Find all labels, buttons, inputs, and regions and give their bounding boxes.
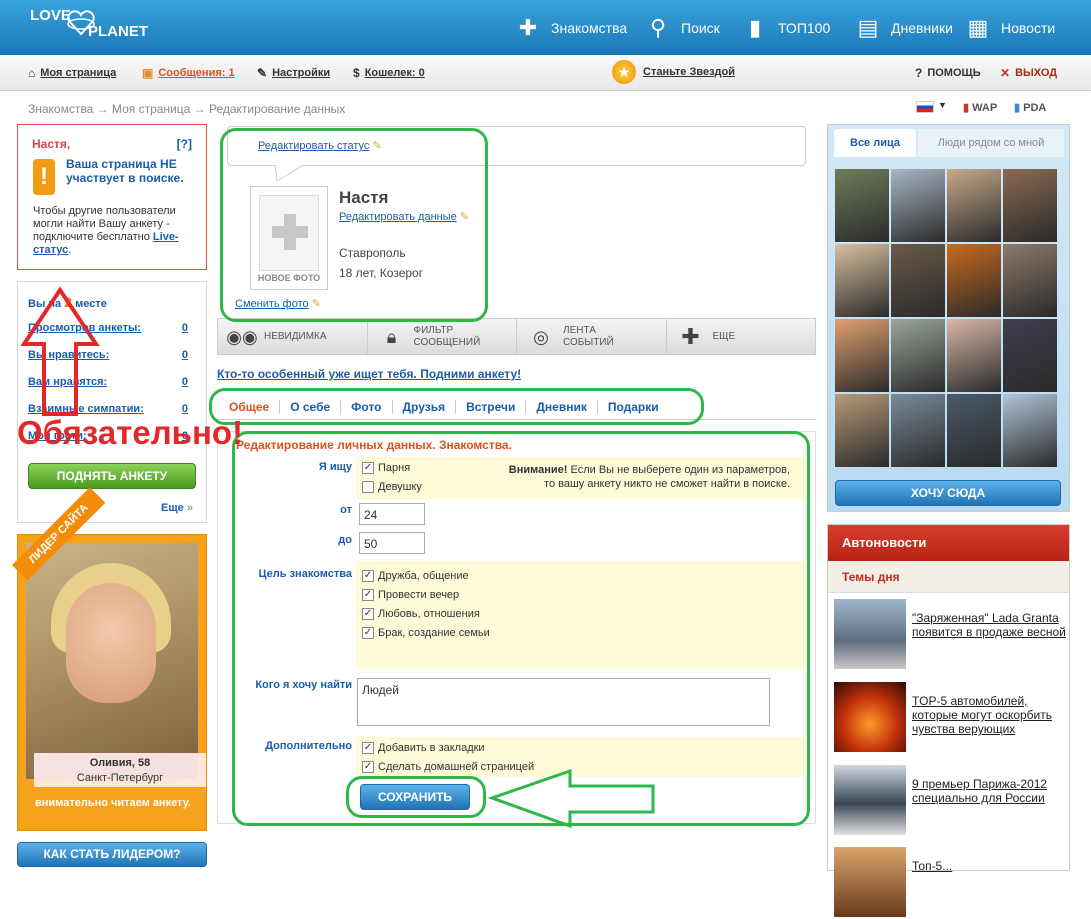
- breadcrumb: Знакомства → Моя страница → Редактирован…: [28, 102, 346, 116]
- annotation-save-outline: [346, 776, 486, 818]
- nav-dating[interactable]: ✚ Знакомства: [515, 10, 627, 46]
- message-icon: ▣: [142, 66, 154, 80]
- plus-icon: ✚: [681, 323, 700, 349]
- face-thumbnail[interactable]: [891, 244, 945, 317]
- wap-link[interactable]: ▮ WAP: [963, 101, 997, 114]
- face-thumbnail[interactable]: [835, 244, 889, 317]
- face-thumbnail[interactable]: [835, 319, 889, 392]
- glasses-icon: ◉◉: [226, 326, 258, 347]
- annotation-form-outline: [232, 431, 810, 826]
- tab-all-faces[interactable]: Все лица: [834, 129, 916, 157]
- close-icon: ✕: [1000, 66, 1011, 80]
- autonews-title: Автоновости: [828, 525, 1069, 561]
- top100-icon: ▮: [748, 15, 762, 40]
- face-thumbnail[interactable]: [947, 319, 1001, 392]
- news-icon: ▦: [967, 15, 989, 40]
- news-item[interactable]: 9 премьер Парижа-2012 специально для Рос…: [834, 765, 1064, 837]
- tab-people-nearby[interactable]: Люди рядом со мной: [918, 129, 1064, 157]
- nav-search[interactable]: ⚲ Поиск: [645, 10, 720, 46]
- my-page-link[interactable]: ⌂ Моя страница: [28, 66, 116, 80]
- site-logo[interactable]: LOVE PLANET: [30, 8, 148, 40]
- face-thumbnail[interactable]: [1003, 244, 1057, 317]
- wallet-link[interactable]: $ Кошелек: 0: [353, 66, 425, 80]
- search-warning-box: Настя, [?] ! Ваша страница НЕ участвует …: [17, 124, 207, 270]
- exit-link[interactable]: ✕ ВЫХОД: [1000, 66, 1057, 80]
- question-icon: ?: [915, 66, 923, 80]
- settings-link[interactable]: ✎ Настройки: [257, 66, 330, 80]
- heart-globe-icon: [67, 10, 95, 36]
- nav-diaries[interactable]: ▤ Дневники: [855, 10, 953, 46]
- messages-link[interactable]: ▣ Сообщения: 1: [142, 66, 235, 80]
- face-thumbnail[interactable]: [947, 244, 1001, 317]
- phone-icon: ▮: [963, 102, 970, 114]
- wrench-icon: ✎: [257, 66, 268, 80]
- face-thumbnail[interactable]: [1003, 169, 1057, 242]
- news-image[interactable]: [834, 765, 906, 835]
- nav-top100[interactable]: ▮ ТОП100: [742, 10, 830, 46]
- russia-flag-icon[interactable]: [916, 101, 934, 113]
- home-icon: ⌂: [28, 66, 36, 80]
- green-arrow-icon: [488, 768, 655, 829]
- face-thumbnail[interactable]: [891, 319, 945, 392]
- face-thumbnail[interactable]: [1003, 319, 1057, 392]
- want-here-button[interactable]: ХОЧУ СЮДА: [835, 480, 1061, 506]
- diary-icon: ▤: [857, 15, 879, 40]
- invisible-button[interactable]: ◉◉ НЕВИДИМКА: [218, 319, 368, 354]
- event-feed-button[interactable]: ◎ ЛЕНТА СОБЫТИЙ: [517, 319, 667, 354]
- nav-news[interactable]: ▦ Новости: [965, 10, 1056, 46]
- face-thumbnail[interactable]: [947, 394, 1001, 467]
- pda-link[interactable]: ▮ PDA: [1014, 101, 1046, 114]
- face-thumbnail[interactable]: [835, 394, 889, 467]
- face-thumbnail[interactable]: [1003, 394, 1057, 467]
- leader-photo[interactable]: Оливия, 58 Санкт-Петербург: [26, 543, 206, 787]
- annotation-tabs-outline: [209, 388, 704, 425]
- site-leader-box[interactable]: Оливия, 58 Санкт-Петербург ЛИДЕР САЙТА вн…: [12, 487, 207, 831]
- news-image[interactable]: [834, 847, 906, 917]
- more-button[interactable]: ✚ ЕЩЕ: [667, 319, 816, 354]
- mandatory-annotation: Обязательно!: [17, 414, 244, 451]
- news-image[interactable]: [834, 599, 906, 669]
- faces-grid: [835, 169, 1057, 467]
- become-star-link[interactable]: Станьте Звездой: [643, 66, 735, 78]
- pda-icon: ▮: [1014, 102, 1021, 114]
- face-thumbnail[interactable]: [835, 169, 889, 242]
- chevron-down-icon[interactable]: ▼: [938, 100, 947, 110]
- help-link[interactable]: [?]: [177, 137, 192, 151]
- help-link[interactable]: ? ПОМОЩЬ: [915, 66, 981, 80]
- lock-icon: 🔒︎: [386, 326, 397, 347]
- arrow-right-icon: »: [186, 502, 193, 514]
- raise-profile-promo-link[interactable]: Кто-то особенный уже ищет тебя. Подними …: [217, 367, 521, 381]
- raise-profile-button[interactable]: ПОДНЯТЬ АНКЕТУ: [28, 463, 196, 489]
- exclamation-icon: !: [33, 159, 55, 195]
- news-item[interactable]: "Заряженная" Lada Granta появится в прод…: [834, 599, 1066, 671]
- topics-of-day: Темы дня: [828, 561, 1069, 593]
- search-icon: ⚲: [649, 15, 667, 40]
- more-link[interactable]: Еще »: [161, 502, 193, 514]
- dating-icon: ✚: [518, 15, 538, 40]
- face-thumbnail[interactable]: [891, 169, 945, 242]
- become-leader-button[interactable]: КАК СТАТЬ ЛИДЕРОМ?: [17, 842, 207, 867]
- red-arrow-icon: [20, 286, 100, 416]
- face-thumbnail[interactable]: [891, 394, 945, 467]
- news-item[interactable]: TOP-5 автомобилей, которые могут оскорби…: [834, 682, 1064, 754]
- news-image[interactable]: [834, 682, 906, 752]
- news-item[interactable]: Топ-5...: [834, 847, 1064, 919]
- star-icon: ★: [612, 60, 636, 84]
- dollar-icon: $: [353, 66, 360, 80]
- message-filter-button[interactable]: 🔒︎ ФИЛЬТР СООБЩЕНИЙ: [368, 319, 517, 354]
- face-thumbnail[interactable]: [947, 169, 1001, 242]
- faces-panel: Все лица Люди рядом со мной ХОЧУ СЮДА: [827, 124, 1070, 512]
- profile-toolbar: ◉◉ НЕВИДИМКА 🔒︎ ФИЛЬТР СООБЩЕНИЙ ◎ ЛЕНТА СО…: [217, 318, 816, 355]
- autonews-panel: Автоновости Темы дня "Заряженная" Lada G…: [827, 524, 1070, 917]
- disc-icon: ◎: [533, 326, 549, 347]
- annotation-profile-outline: [220, 128, 488, 322]
